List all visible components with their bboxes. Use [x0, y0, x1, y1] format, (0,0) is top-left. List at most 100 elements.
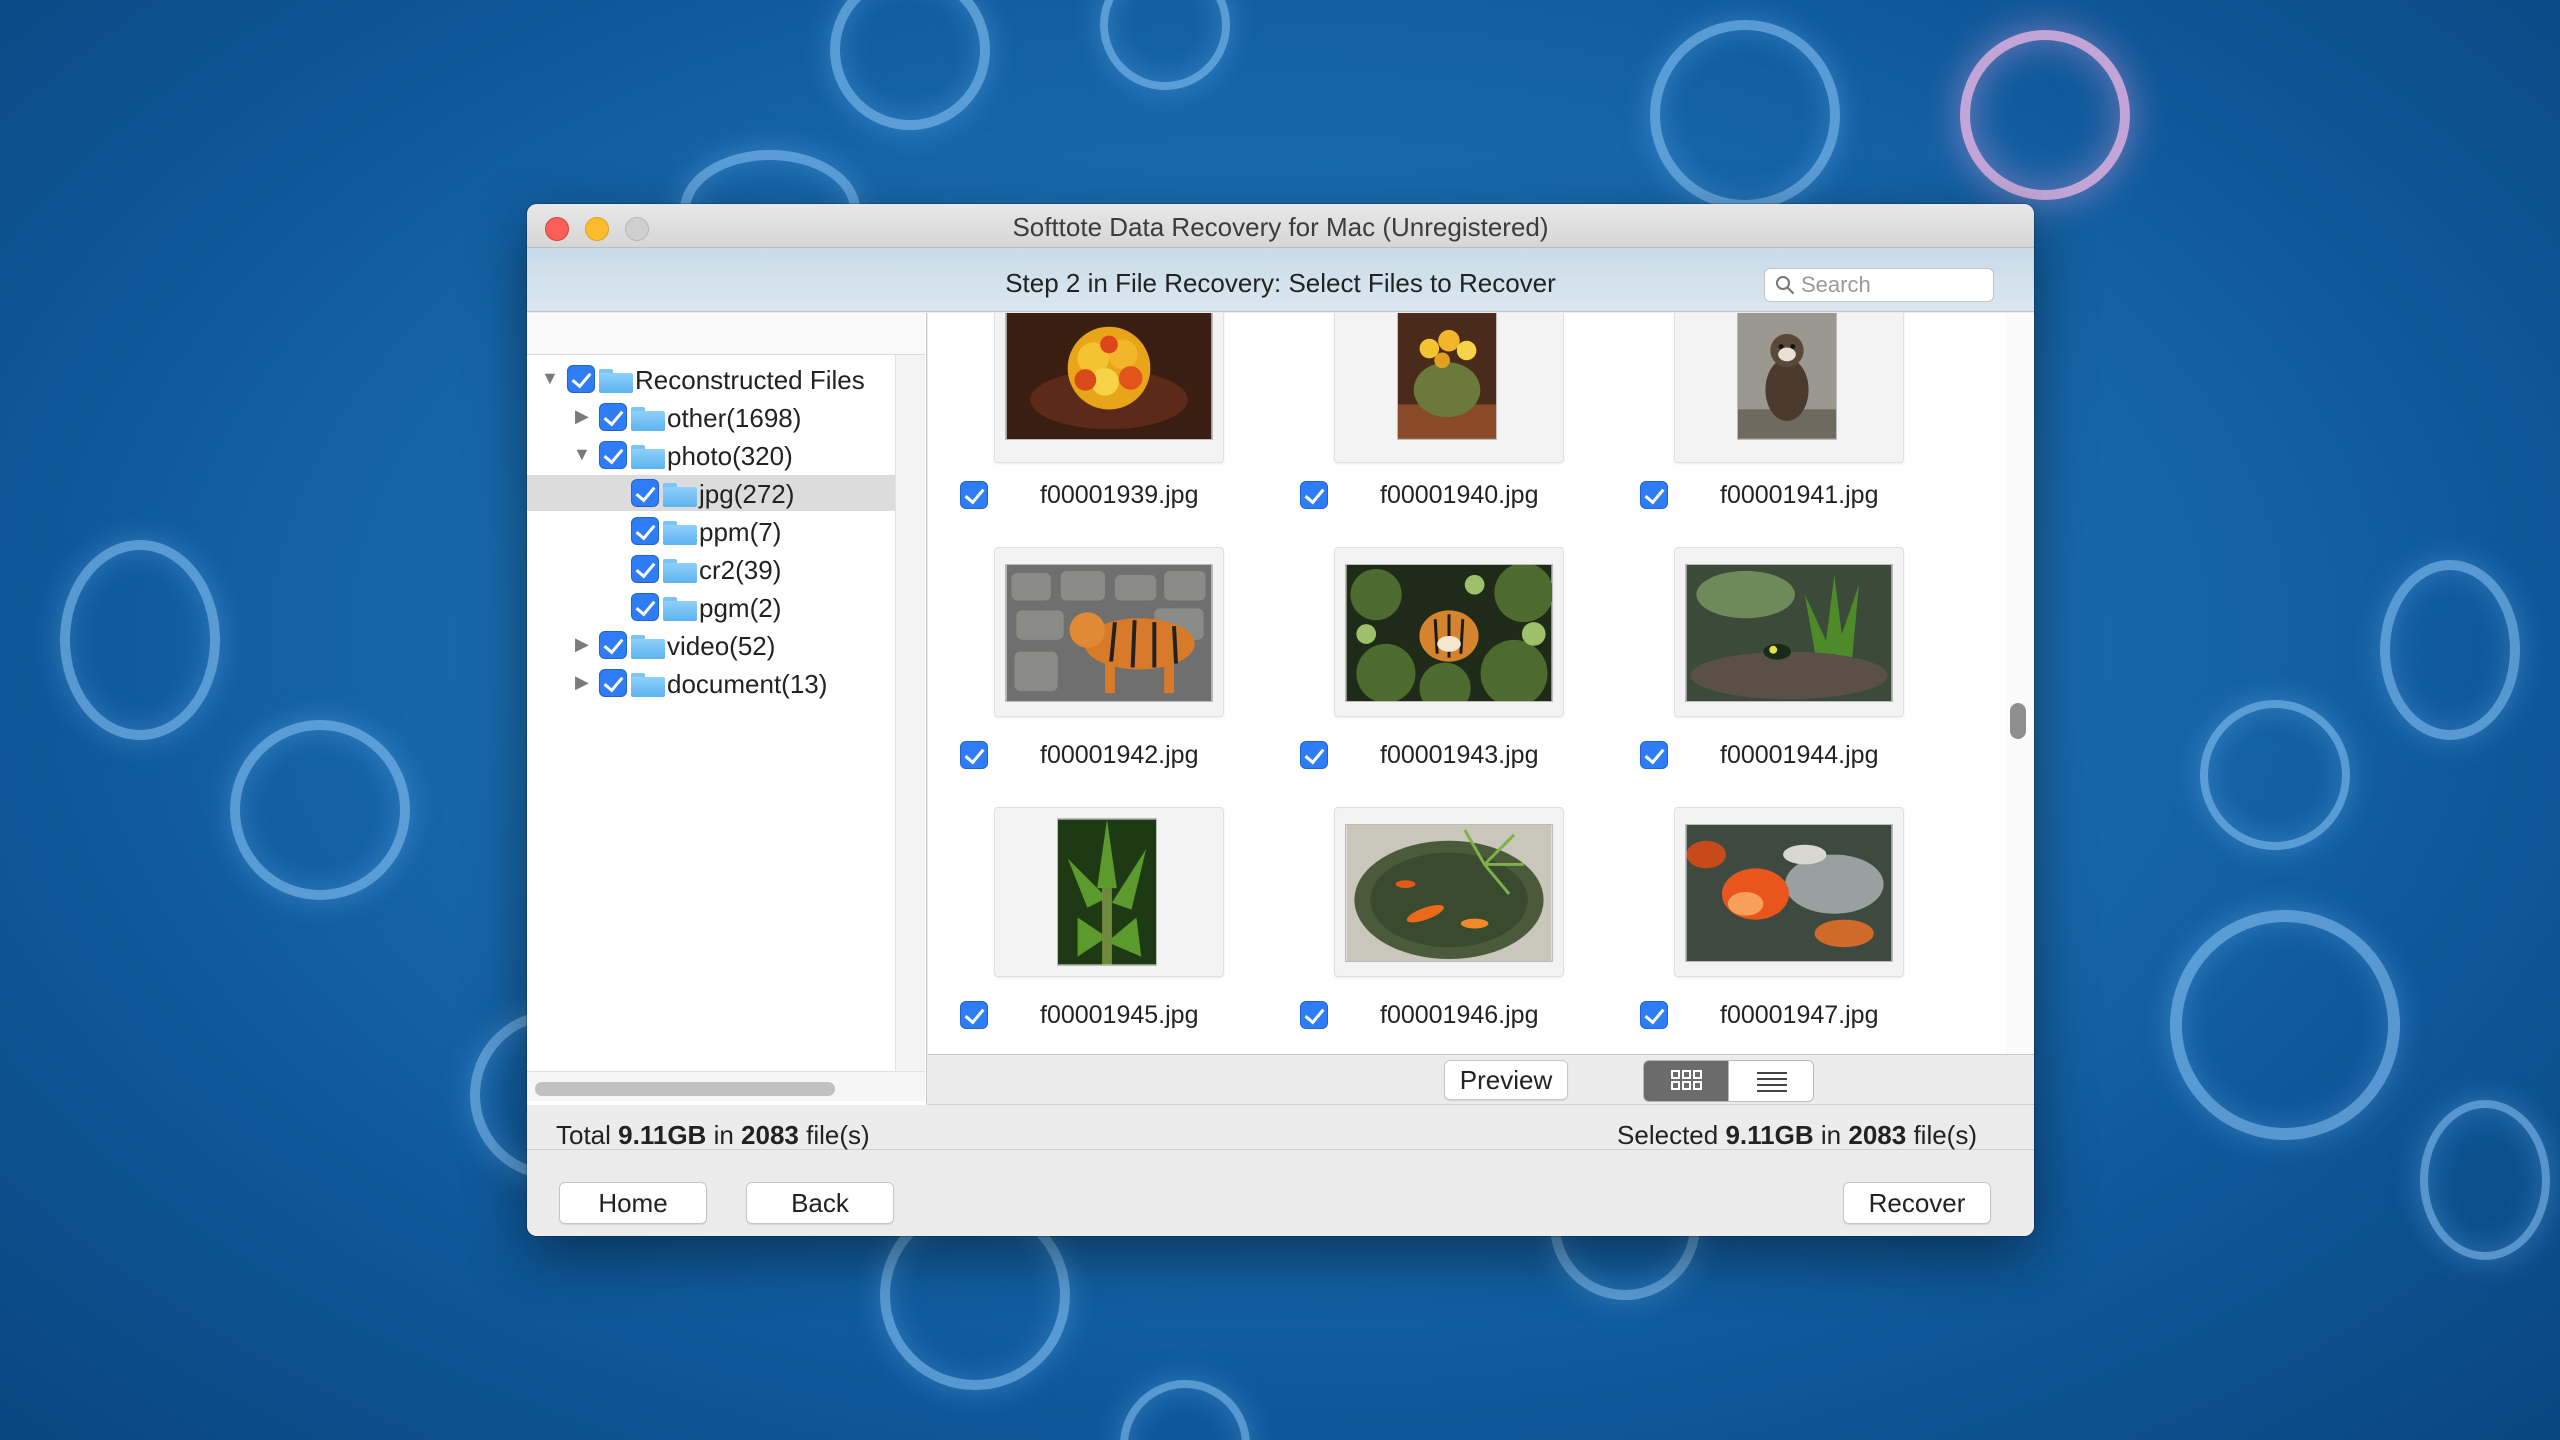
file-thumbnail[interactable]: [994, 807, 1224, 977]
tree-checkbox[interactable]: [631, 479, 659, 507]
search-box[interactable]: [1764, 268, 1994, 302]
tree-item-jpg[interactable]: jpg(272): [527, 475, 895, 511]
list-view-button[interactable]: [1728, 1060, 1814, 1102]
folder-icon: [663, 483, 697, 507]
tree-item-label: document(13): [667, 669, 828, 699]
file-checkbox[interactable]: [960, 481, 988, 509]
bubble-decoration: [1960, 30, 2130, 200]
tree-checkbox[interactable]: [599, 441, 627, 469]
home-button[interactable]: Home: [559, 1182, 707, 1224]
tree-checkbox[interactable]: [599, 669, 627, 697]
status-text: Selected: [1617, 1120, 1719, 1150]
file-thumbnail[interactable]: [1674, 547, 1904, 717]
selected-count: 2083: [1848, 1120, 1907, 1150]
file-thumbnail-grid[interactable]: f00001939.jpg f00001940.jpg f00001941.jp…: [928, 313, 2034, 1055]
bubble-decoration: [2170, 910, 2400, 1140]
tree-checkbox[interactable]: [599, 631, 627, 659]
tree-item-photo[interactable]: ▼ photo(320): [527, 437, 895, 473]
file-checkbox[interactable]: [1300, 481, 1328, 509]
scrollbar-thumb[interactable]: [2010, 703, 2026, 739]
disclosure-expanded-icon[interactable]: ▼: [573, 445, 591, 463]
tree-item-label: ppm(7): [699, 517, 782, 547]
photo-tiger-in-foliage: [1345, 564, 1553, 702]
footer-bar: Home Back Recover: [527, 1151, 2034, 1236]
scrollbar-thumb[interactable]: [535, 1082, 835, 1096]
total-count: 2083: [741, 1120, 799, 1150]
file-checkbox[interactable]: [1640, 481, 1668, 509]
tree-item-other[interactable]: ▶ other(1698): [527, 399, 895, 435]
tree-item-label: video(52): [667, 631, 776, 661]
file-checkbox[interactable]: [1300, 1001, 1328, 1029]
tree-checkbox[interactable]: [631, 555, 659, 583]
file-thumbnail[interactable]: [1674, 807, 1904, 977]
tree-item-label: Reconstructed Files: [635, 365, 865, 395]
file-thumbnail[interactable]: [1334, 313, 1564, 463]
grid-view-button[interactable]: [1643, 1060, 1729, 1102]
file-name: f00001943.jpg: [1380, 741, 1539, 769]
tree-checkbox[interactable]: [599, 403, 627, 431]
search-input[interactable]: [1801, 272, 1986, 298]
bubble-decoration: [230, 720, 410, 900]
file-checkbox[interactable]: [1640, 741, 1668, 769]
file-thumbnail[interactable]: [1674, 313, 1904, 463]
recover-button[interactable]: Recover: [1843, 1182, 1991, 1224]
folder-icon: [631, 407, 665, 431]
photo-frog-on-log: [1685, 564, 1893, 702]
file-name: f00001947.jpg: [1720, 1001, 1879, 1029]
back-button[interactable]: Back: [746, 1182, 894, 1224]
status-text: in: [1820, 1120, 1842, 1150]
file-thumbnail[interactable]: [1334, 547, 1564, 717]
file-checkbox[interactable]: [960, 741, 988, 769]
bubble-decoration: [830, 0, 990, 130]
folder-tree-panel: ▼ Reconstructed Files ▶ other(1698) ▼ ph…: [527, 313, 927, 1105]
preview-button[interactable]: Preview: [1444, 1060, 1568, 1100]
file-checkbox[interactable]: [960, 1001, 988, 1029]
tree-item-document[interactable]: ▶ document(13): [527, 665, 895, 701]
tree-header: [527, 313, 925, 355]
status-text: Total: [556, 1120, 611, 1150]
disclosure-expanded-icon[interactable]: ▼: [541, 369, 559, 387]
tree-item-video[interactable]: ▶ video(52): [527, 627, 895, 663]
bubble-decoration: [2200, 700, 2350, 850]
photo-monkey: [1737, 313, 1837, 440]
total-summary: Total 9.11GB in 2083 file(s): [556, 1120, 870, 1151]
disclosure-collapsed-icon[interactable]: ▶: [575, 673, 593, 691]
photo-tiger-on-rocks: [1005, 564, 1213, 702]
tree-item-ppm[interactable]: ppm(7): [527, 513, 895, 549]
bubble-decoration: [1120, 1380, 1250, 1440]
photo-potted-cactus: [1397, 313, 1497, 440]
disclosure-collapsed-icon[interactable]: ▶: [575, 635, 593, 653]
title-bar[interactable]: Softtote Data Recovery for Mac (Unregist…: [527, 204, 2034, 248]
folder-icon: [631, 673, 665, 697]
list-view-icon: [1757, 1072, 1787, 1092]
status-bar: Total 9.11GB in 2083 file(s) Selected 9.…: [527, 1106, 2034, 1150]
tree-checkbox[interactable]: [631, 517, 659, 545]
file-thumbnail[interactable]: [994, 547, 1224, 717]
disclosure-collapsed-icon[interactable]: ▶: [575, 407, 593, 425]
grid-view-icon: [1671, 1070, 1702, 1090]
file-checkbox[interactable]: [1640, 1001, 1668, 1029]
tree-checkbox[interactable]: [567, 365, 595, 393]
bubble-decoration: [1650, 20, 1840, 210]
tree-item-cr2[interactable]: cr2(39): [527, 551, 895, 587]
tree-item-label: other(1698): [667, 403, 802, 433]
file-name: f00001940.jpg: [1380, 481, 1539, 509]
tree-horizontal-scrollbar[interactable]: [527, 1071, 925, 1101]
status-text: file(s): [806, 1120, 870, 1150]
window-title: Softtote Data Recovery for Mac (Unregist…: [1012, 212, 1549, 242]
tree-item-reconstructed-files[interactable]: ▼ Reconstructed Files: [527, 361, 895, 397]
folder-icon: [599, 369, 633, 393]
grid-vertical-scrollbar[interactable]: [2006, 313, 2034, 1054]
tree-checkbox[interactable]: [631, 593, 659, 621]
folder-icon: [663, 559, 697, 583]
tree-vertical-scrollbar[interactable]: [895, 355, 925, 1071]
file-checkbox[interactable]: [1300, 741, 1328, 769]
tree-item-pgm[interactable]: pgm(2): [527, 589, 895, 625]
tree-item-label: photo(320): [667, 441, 793, 471]
tree-item-label: pgm(2): [699, 593, 782, 623]
file-thumbnail[interactable]: [994, 313, 1224, 463]
folder-icon: [631, 445, 665, 469]
file-thumbnail[interactable]: [1334, 807, 1564, 977]
photo-yellow-cactus-flower: [1005, 313, 1213, 440]
step-header: Step 2 in File Recovery: Select Files to…: [527, 248, 2034, 312]
